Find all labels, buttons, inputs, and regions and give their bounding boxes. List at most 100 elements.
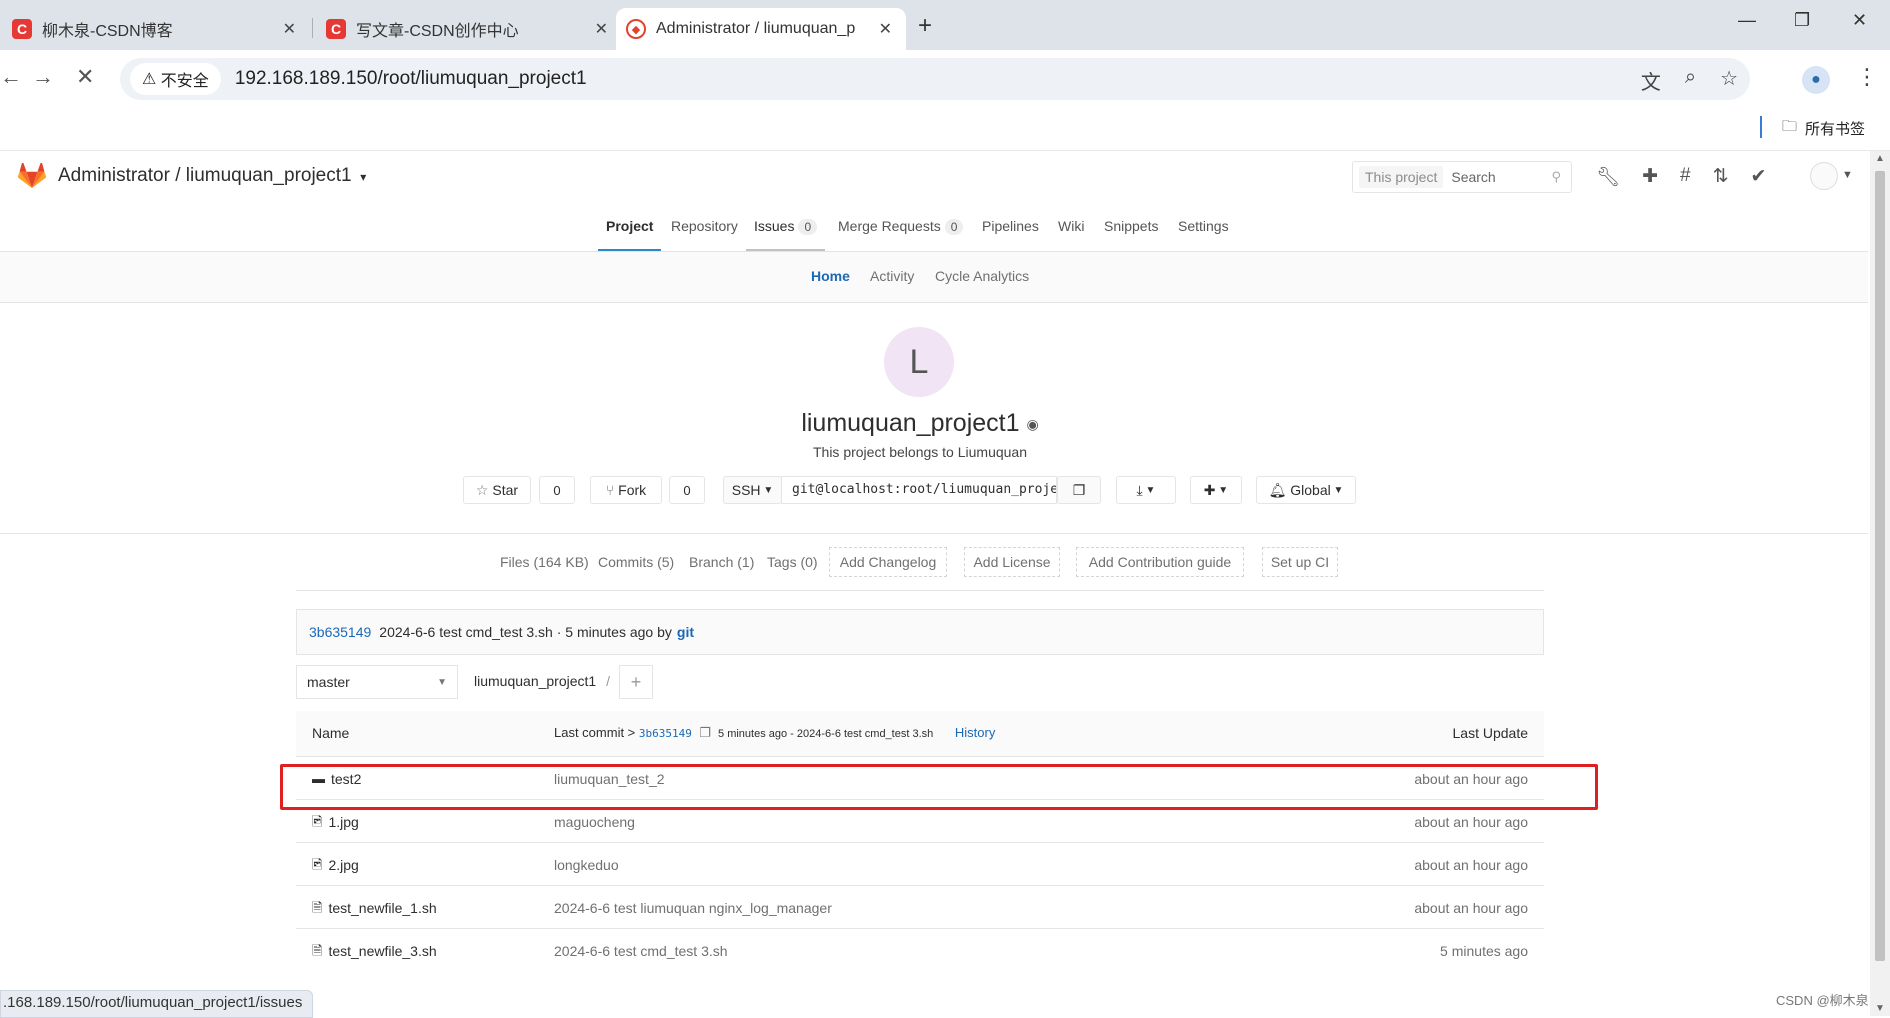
scroll-up-icon[interactable]: ▲ [1875,153,1885,164]
fork-icon: ⑂ [605,482,619,498]
clone-url-input[interactable]: git@localhost:root/liumuquan_project1.gi… [781,476,1057,504]
tab-title: Administrator / liumuquan_p [656,20,856,37]
file-name-link[interactable]: test_newfile_3.sh [328,929,436,973]
chevron-down-icon[interactable]: ▾ [357,170,366,184]
tab-csdn-blog[interactable]: C 柳木泉-CSDN博客 ✕ [12,8,310,50]
breadcrumb-text[interactable]: Administrator / liumuquan_project1 [58,165,352,186]
profile-icon[interactable]: ● [1802,66,1830,94]
tags-link[interactable]: Tags (0) [767,554,818,570]
search-input[interactable]: This project Search ⚲ [1352,161,1572,193]
row-commit-message[interactable]: longkeduo [554,843,619,887]
new-tab-icon[interactable]: + [918,12,932,40]
add-license-button[interactable]: Add License [964,547,1060,577]
add-dropdown[interactable]: ✚ ▼ [1190,476,1242,504]
files-link[interactable]: Files (164 KB) [500,554,589,570]
scrollbar-thumb[interactable] [1875,171,1885,961]
content-divider [296,590,1544,591]
restore-icon[interactable]: ❐ [1794,10,1810,31]
all-bookmarks-button[interactable]: 🗀 所有书签 [1782,116,1865,141]
file-name-link[interactable]: 2.jpg [328,843,358,887]
add-changelog-button[interactable]: Add Changelog [829,547,947,577]
mr-count-badge: 0 [944,219,964,235]
tab-snippets[interactable]: Snippets [1104,203,1158,249]
row-commit-message[interactable]: 2024-6-6 test liumuquan nginx_log_manage… [554,886,832,930]
gitlab-logo-icon[interactable] [18,163,46,189]
tab-wiki[interactable]: Wiki [1058,203,1084,249]
window-close-icon[interactable]: ✕ [1852,10,1867,31]
tab-issues[interactable]: Issues 0 [746,203,826,251]
subnav-activity[interactable]: Activity [870,268,914,284]
translate-icon[interactable]: ⽂ [1641,66,1661,95]
browser-menu-icon[interactable]: ⋮ [1856,64,1878,90]
admin-wrench-icon[interactable]: 🔧︎ [1596,165,1620,189]
url-text[interactable]: 192.168.189.150/root/liumuquan_project1 [235,68,587,90]
todos-check-icon[interactable]: ✔ [1751,165,1767,189]
tab-project[interactable]: Project [598,203,662,251]
close-icon[interactable]: ✕ [283,19,296,39]
setup-ci-button[interactable]: Set up CI [1262,547,1338,577]
copy-clone-url-button[interactable]: ❐ [1057,476,1101,504]
forward-arrow-icon[interactable]: → [32,64,54,90]
col-last-commit: Last commit > 3b635149 ❐ 5 minutes ago -… [554,711,995,756]
commit-sha-link[interactable]: 3b635149 [309,624,371,640]
tab-gitlab-project[interactable]: ◆ Administrator / liumuquan_p ✕ [616,8,906,50]
row-update-time: about an hour ago [1414,857,1528,873]
project-subnav: Home Activity Cycle Analytics [0,252,1868,303]
repo-root-link[interactable]: liumuquan_project1 [474,673,596,689]
tab-csdn-write[interactable]: C 写文章-CSDN创作中心 ✕ [316,8,622,50]
row-update-time: 5 minutes ago [1440,943,1528,959]
address-bar[interactable]: ⚠ 不安全 192.168.189.150/root/liumuquan_pro… [120,58,1750,100]
close-icon[interactable]: ✕ [595,19,608,39]
security-chip[interactable]: ⚠ 不安全 [130,63,221,95]
commit-author-link[interactable]: git [677,624,694,640]
merge-request-icon[interactable]: ⇅ [1713,165,1729,189]
tree-row[interactable]: 🖻︎ 2.jpg longkeduo about an hour ago [296,843,1544,886]
page-scrollbar[interactable]: ▲ ▼ [1870,151,1890,1016]
tab-repository[interactable]: Repository [671,203,738,249]
user-avatar[interactable] [1810,162,1838,190]
gitlab-header: Administrator / liumuquan_project1 ▾ Thi… [0,151,1868,203]
tab-merge-requests[interactable]: Merge Requests 0 [838,203,964,249]
tree-row[interactable]: 🗎︎ test_newfile_3.sh 2024-6-6 test cmd_te… [296,929,1544,971]
project-description: This project belongs to Liumuquan [812,444,1028,460]
scroll-down-icon[interactable]: ▼ [1875,1003,1885,1014]
issues-hash-icon[interactable]: # [1680,165,1691,189]
project-avatar: L [884,327,954,397]
subnav-cycle-analytics[interactable]: Cycle Analytics [935,268,1029,284]
tab-settings[interactable]: Settings [1178,203,1229,249]
file-name-link[interactable]: test_newfile_1.sh [328,886,436,930]
project-breadcrumb[interactable]: Administrator / liumuquan_project1 ▾ [58,165,366,187]
stop-loading-icon[interactable]: ✕ [76,64,94,90]
commits-link[interactable]: Commits (5) [598,554,674,570]
fork-count[interactable]: 0 [669,476,705,504]
close-icon[interactable]: ✕ [879,19,892,39]
new-plus-icon[interactable]: ✚ [1642,165,1658,189]
clipboard-icon[interactable]: ❐ [696,725,715,740]
bookmark-star-icon[interactable]: ☆ [1720,66,1738,95]
fork-button[interactable]: ⑂ Fork [590,476,662,504]
chevron-down-icon[interactable]: ▼ [1842,169,1853,181]
download-dropdown[interactable]: ⤓ ▼ [1116,476,1176,504]
subnav-home[interactable]: Home [811,268,850,284]
row-commit-message[interactable]: 2024-6-6 test cmd_test 3.sh [554,929,728,973]
header-commit-sha-link[interactable]: 3b635149 [639,727,692,740]
history-link[interactable]: History [955,725,995,740]
back-arrow-icon[interactable]: ← [0,64,22,90]
link-status-bar: .168.189.150/root/liumuquan_project1/iss… [0,990,314,1018]
star-button[interactable]: ☆ Star [463,476,531,504]
bookmarks-divider [1760,116,1762,138]
notification-dropdown[interactable]: 🔔︎ Global ▼ [1256,476,1356,504]
tree-row[interactable]: 🗎︎ test_newfile_1.sh 2024-6-6 test liumuq… [296,886,1544,929]
add-contribution-guide-button[interactable]: Add Contribution guide [1076,547,1244,577]
star-count[interactable]: 0 [539,476,575,504]
tab-pipelines[interactable]: Pipelines [982,203,1039,249]
zoom-icon[interactable]: ⌕ [1685,66,1696,95]
minimize-icon[interactable]: — [1738,10,1756,31]
clone-protocol-dropdown[interactable]: SSH ▼ [723,476,782,504]
add-file-button[interactable]: + [619,665,653,699]
branch-link[interactable]: Branch (1) [689,554,754,570]
project-nav: Project Repository Issues 0 Merge Request… [0,203,1868,252]
branch-selector[interactable]: master ▼ [296,665,458,699]
chevron-down-icon: ▼ [760,484,774,496]
tab-separator [312,18,313,38]
